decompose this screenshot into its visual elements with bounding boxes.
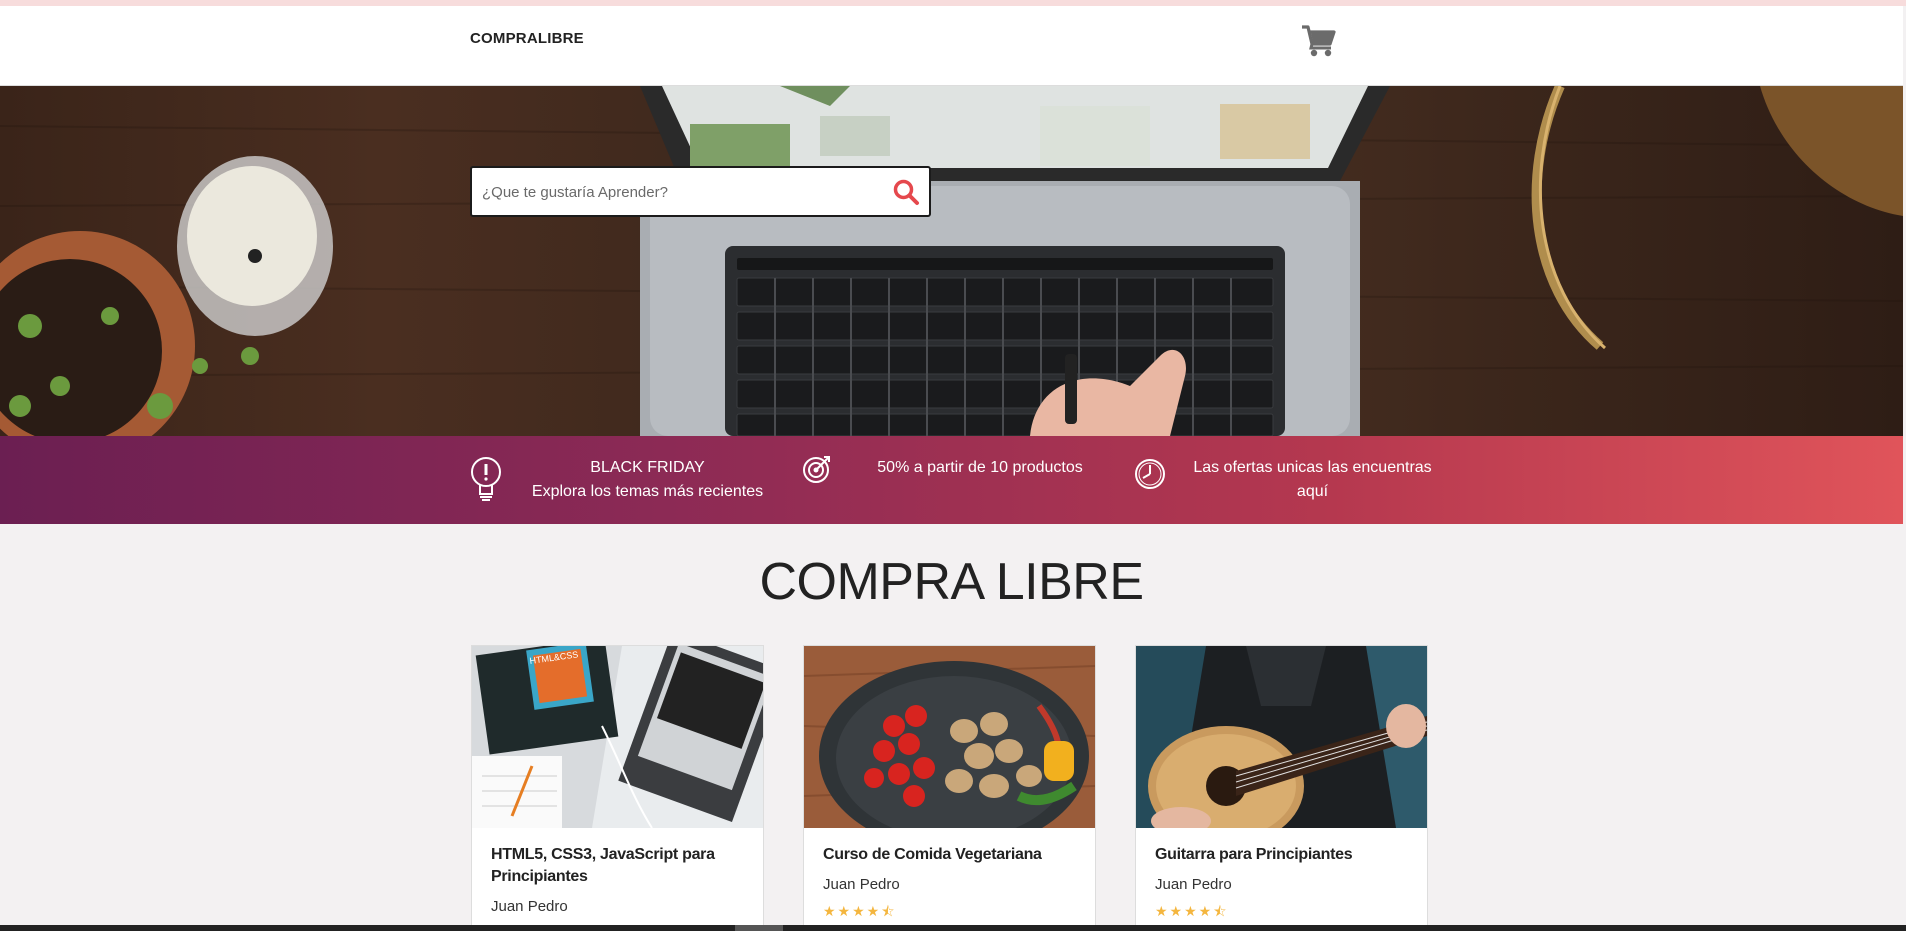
brand-logo[interactable]: COMPRALIBRE (470, 30, 584, 47)
clock-icon (1134, 458, 1166, 495)
promo-discount[interactable]: 50% a partir de 10 productos (870, 456, 1090, 480)
course-author: Juan Pedro (823, 876, 900, 893)
course-card[interactable]: Curso de Comida Vegetariana Juan Pedro ★… (803, 645, 1096, 931)
promo-line1: Las ofertas unicas las encuentras (1193, 459, 1432, 476)
promo-line1: BLACK FRIDAY (590, 459, 705, 476)
course-title[interactable]: HTML5, CSS3, JavaScript para Principiant… (491, 844, 741, 888)
promo-offers[interactable]: Las ofertas unicas las encuentras aquí (1190, 456, 1435, 504)
shopping-cart-icon[interactable] (1301, 24, 1337, 58)
hero-banner (0, 86, 1903, 436)
rating-stars: ★★★★⯪ (1155, 903, 1229, 919)
rating-stars: ★★★★⯪ (823, 903, 897, 919)
scrollbar-thumb[interactable] (735, 925, 783, 931)
lightbulb-icon (470, 456, 502, 509)
course-author: Juan Pedro (491, 898, 568, 915)
promo-line2: Explora los temas más recientes (531, 483, 764, 500)
course-thumbnail[interactable] (1136, 646, 1427, 828)
promo-line2: aquí (1296, 483, 1329, 500)
search-input[interactable] (482, 180, 862, 204)
course-author: Juan Pedro (1155, 876, 1232, 893)
course-thumbnail[interactable]: HTML&CSS (472, 646, 763, 828)
course-title[interactable]: Curso de Comida Vegetariana (823, 844, 1073, 866)
course-title[interactable]: Guitarra para Principiantes (1155, 844, 1405, 866)
search-icon[interactable] (892, 178, 920, 206)
course-card[interactable]: HTML&CSS HTML5, CSS3, JavaScript para Pr… (471, 645, 764, 931)
course-card[interactable]: Guitarra para Principiantes Juan Pedro ★… (1135, 645, 1428, 931)
course-thumbnail[interactable] (804, 646, 1095, 828)
target-icon (802, 454, 832, 489)
promo-line1: 50% a partir de 10 productos (877, 459, 1083, 476)
promo-bar: BLACK FRIDAY Explora los temas más recie… (0, 436, 1903, 524)
search-bar (470, 166, 931, 217)
horizontal-scrollbar[interactable] (0, 925, 1906, 931)
site-header: COMPRALIBRE (0, 6, 1903, 86)
promo-black-friday[interactable]: BLACK FRIDAY Explora los temas más recie… (530, 456, 765, 504)
hero-background-image (0, 86, 1903, 436)
section-title: COMPRA LIBRE (759, 553, 1144, 611)
